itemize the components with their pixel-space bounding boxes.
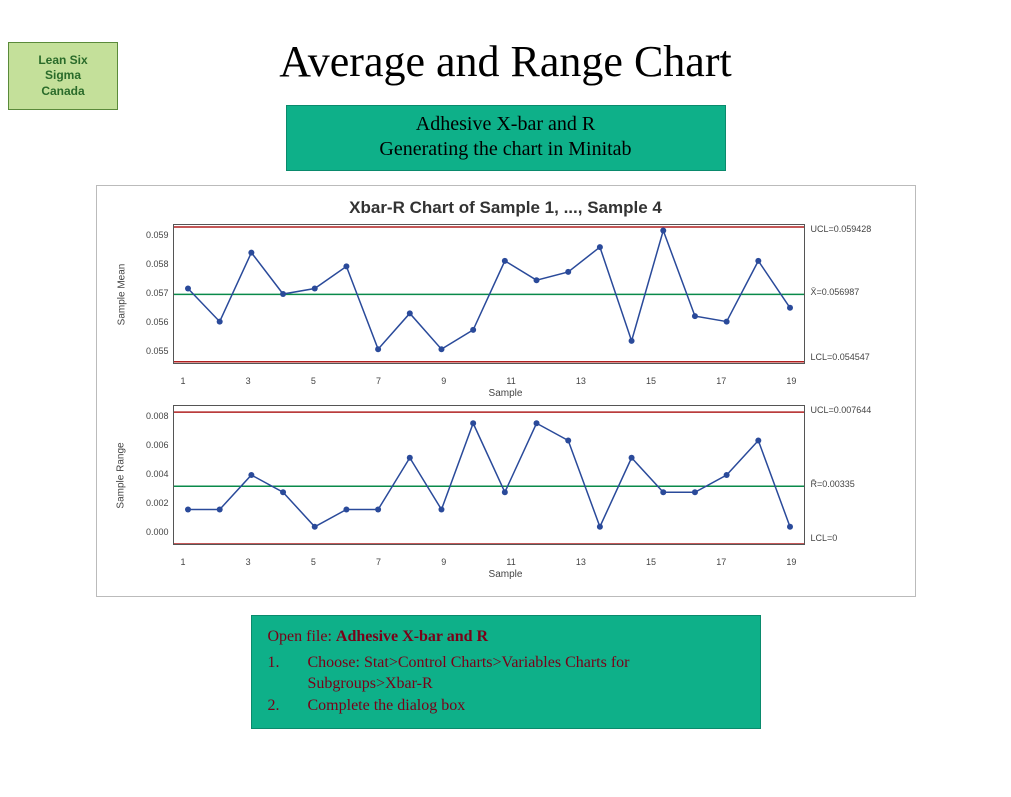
r-ylabel: Sample Range <box>116 442 127 508</box>
open-file: Adhesive X-bar and R <box>336 628 488 645</box>
instructions-steps: 1.Choose: Stat>Control Charts>Variables … <box>268 652 744 717</box>
xbar-ylabel: Sample Mean <box>116 263 127 325</box>
page-title: Average and Range Chart <box>0 36 1011 87</box>
instruction-step: 2.Complete the dialog box <box>268 695 744 717</box>
xbar-xaxis: 135791113151719 <box>173 374 805 386</box>
xbar-plot <box>173 224 805 364</box>
r-panel: Sample Range 0.0080.0060.0040.0020.000 U… <box>111 405 901 545</box>
logo-line1: Lean Six <box>38 53 87 69</box>
xbar-annotations: UCL=0.059428X̄=0.056987LCL=0.054547 <box>805 224 901 362</box>
logo-line2: Sigma <box>45 68 81 84</box>
r-yaxis: 0.0080.0060.0040.0020.000 <box>133 405 173 543</box>
chart-card: Xbar-R Chart of Sample 1, ..., Sample 4 … <box>96 185 916 597</box>
chart-card-title: Xbar-R Chart of Sample 1, ..., Sample 4 <box>111 198 901 218</box>
r-annotations: UCL=0.007644R̄=0.00335LCL=0 <box>805 405 901 543</box>
xbar-xlabel: Sample <box>111 388 901 399</box>
subtitle-line2: Generating the chart in Minitab <box>297 137 715 162</box>
r-plot <box>173 405 805 545</box>
logo-line3: Canada <box>41 84 84 100</box>
xbar-yaxis: 0.0590.0580.0570.0560.055 <box>133 224 173 362</box>
instruction-step: 1.Choose: Stat>Control Charts>Variables … <box>268 652 744 695</box>
subtitle-box: Adhesive X-bar and R Generating the char… <box>286 105 726 171</box>
logo-badge: Lean Six Sigma Canada <box>8 42 118 110</box>
open-prefix: Open file: <box>268 628 336 645</box>
instructions-box: Open file: Adhesive X-bar and R 1.Choose… <box>251 615 761 729</box>
r-xlabel: Sample <box>111 569 901 580</box>
instructions-open: Open file: Adhesive X-bar and R <box>268 626 744 648</box>
subtitle-line1: Adhesive X-bar and R <box>297 112 715 137</box>
r-xaxis: 135791113151719 <box>173 555 805 567</box>
xbar-panel: Sample Mean 0.0590.0580.0570.0560.055 UC… <box>111 224 901 364</box>
